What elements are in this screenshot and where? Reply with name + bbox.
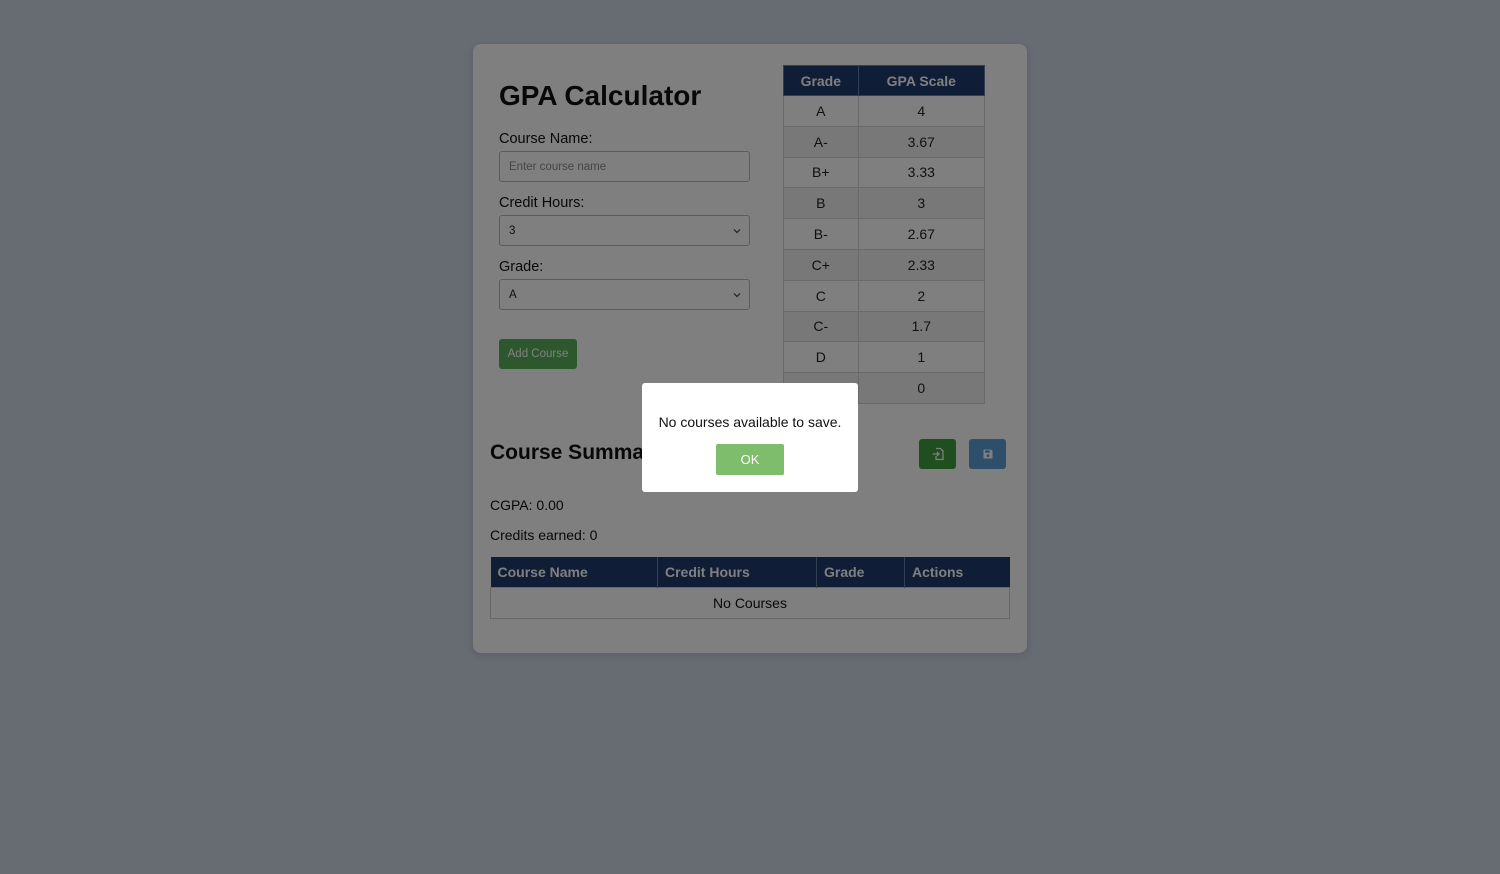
- ok-button[interactable]: OK: [716, 444, 784, 475]
- alert-dialog: No courses available to save. OK: [642, 383, 858, 492]
- dialog-message: No courses available to save.: [658, 414, 842, 430]
- page: GPA Calculator Course Name: Enter course…: [0, 0, 1500, 874]
